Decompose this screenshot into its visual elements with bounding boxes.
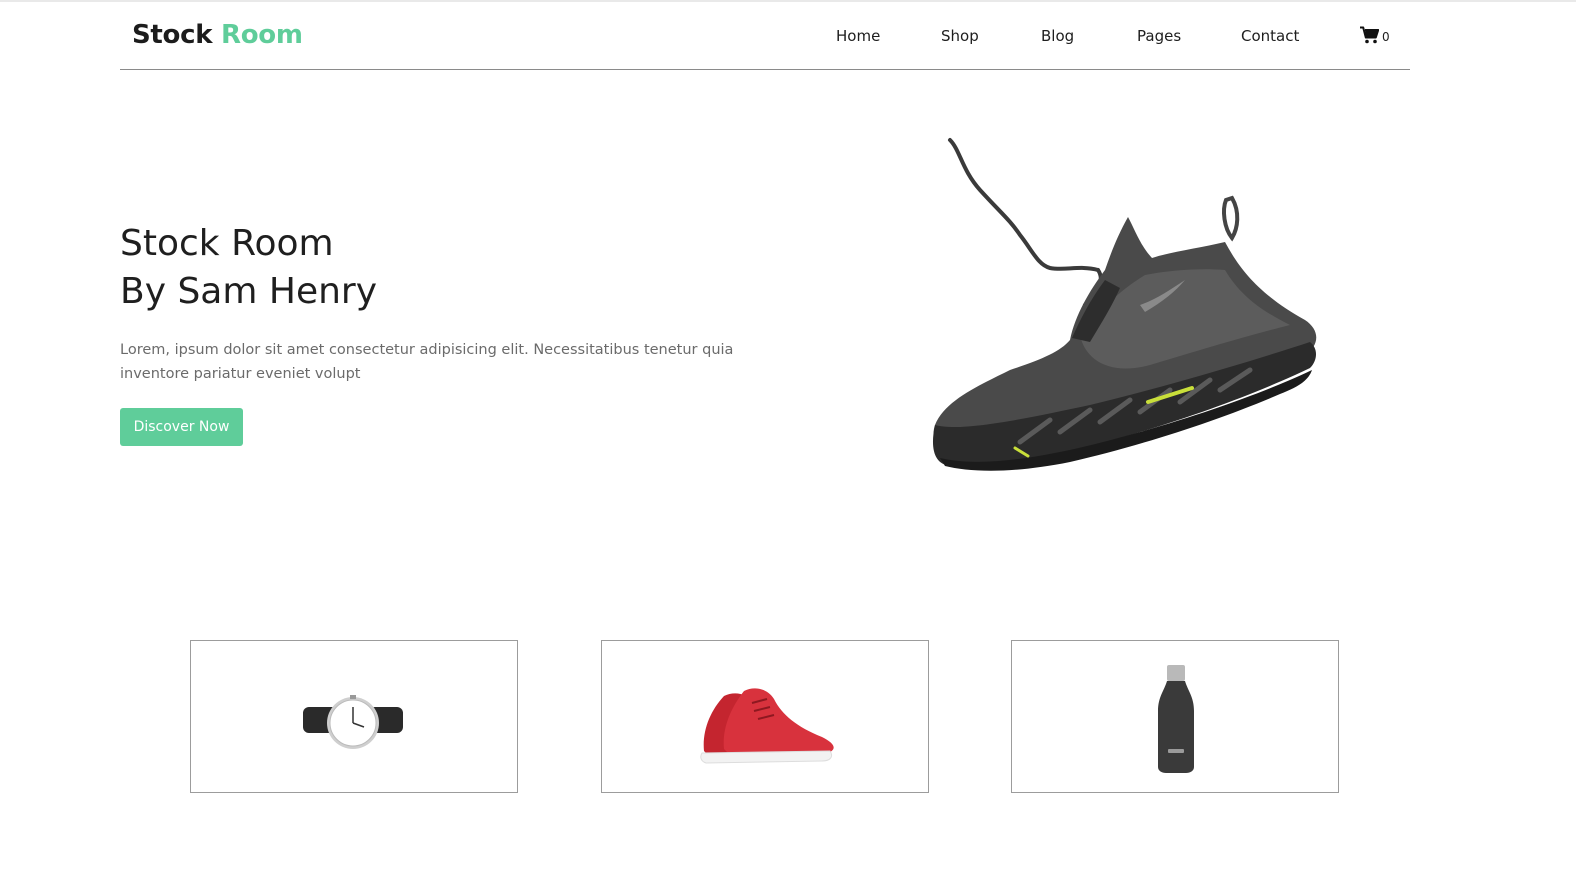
product-card-sneakers[interactable]	[601, 640, 929, 793]
discover-now-button[interactable]: Discover Now	[120, 408, 243, 446]
hero-description: Lorem, ipsum dolor sit amet consectetur …	[120, 342, 734, 382]
hero-title: Stock Room By Sam Henry	[120, 220, 377, 316]
brand-name-accent: Room	[221, 20, 303, 50]
wristwatch-image	[303, 695, 403, 749]
product-card-bottle[interactable]	[1011, 640, 1339, 793]
cart-button[interactable]: 0	[1360, 26, 1390, 44]
brand-logo[interactable]: Stock Room	[132, 20, 303, 50]
nav-link-shop[interactable]: Shop	[941, 27, 979, 45]
sneaker-image	[932, 138, 1317, 471]
nav-link-home[interactable]: Home	[836, 27, 880, 45]
product-card-watch[interactable]	[190, 640, 518, 793]
hero-title-line2: By Sam Henry	[120, 271, 378, 312]
nav-link-contact[interactable]: Contact	[1241, 27, 1299, 45]
nav-link-blog[interactable]: Blog	[1041, 27, 1074, 45]
cart-count: 0	[1382, 30, 1390, 44]
hero-title-line1: Stock Room	[120, 223, 334, 264]
water-bottle-image	[1158, 665, 1194, 773]
shopping-cart-icon	[1360, 26, 1379, 44]
red-sneakers-image	[700, 688, 834, 764]
navbar: Stock Room Home Shop Blog Pages Contact …	[120, 2, 1410, 70]
brand-name-primary: Stock	[132, 20, 213, 50]
nav-link-pages[interactable]: Pages	[1137, 27, 1181, 45]
